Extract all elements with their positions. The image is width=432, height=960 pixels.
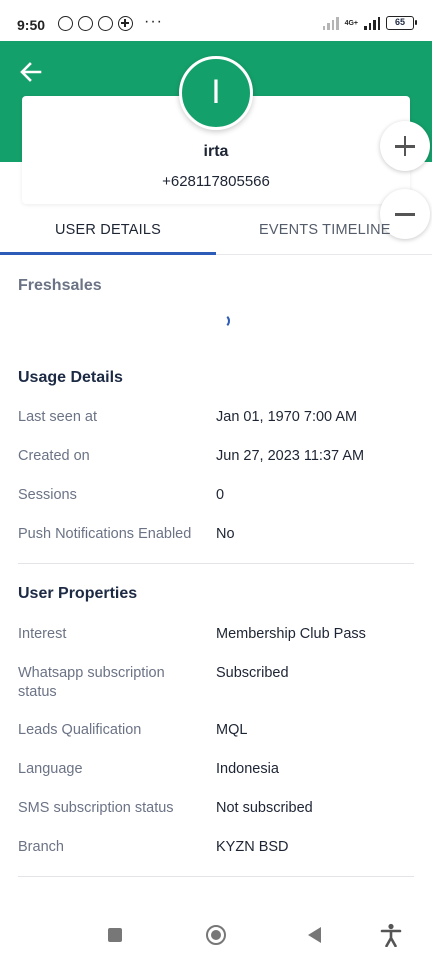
tab-events-timeline[interactable]: EVENTS TIMELINE: [216, 205, 432, 255]
tab-bar: USER DETAILS EVENTS TIMELINE: [0, 205, 432, 255]
status-notification-icons: ···: [58, 12, 163, 31]
recent-apps-icon[interactable]: [108, 928, 122, 942]
whatsapp-subscription-label: Whatsapp subscription status: [18, 665, 165, 700]
signal-icon-sim2: [364, 16, 380, 30]
signal-icon-sim1: [322, 16, 339, 30]
back-arrow-icon[interactable]: [18, 59, 44, 85]
network-type-label: 4G+: [344, 19, 358, 27]
add-circle-icon: [118, 16, 133, 31]
language-label: Language: [18, 761, 83, 777]
more-dots-icon: ···: [144, 12, 163, 30]
branch-label: Branch: [18, 839, 64, 855]
user-phone: +628117805566: [162, 173, 270, 190]
branch-value: KYZN BSD: [216, 839, 289, 855]
push-notifications-value: No: [216, 526, 235, 542]
usage-details-heading: Usage Details: [18, 369, 123, 386]
whatsapp-icon: [78, 16, 93, 31]
section-divider: [18, 876, 414, 877]
home-icon[interactable]: [206, 925, 226, 945]
back-triangle-icon[interactable]: [308, 927, 321, 943]
status-system-icons: 4G+ 65: [322, 16, 417, 30]
user-name: irta: [203, 143, 229, 160]
created-on-label: Created on: [18, 448, 90, 464]
leads-qualification-value: MQL: [216, 722, 248, 738]
active-tab-indicator: [0, 252, 216, 255]
last-seen-label: Last seen at: [18, 409, 97, 425]
loading-spinner-icon: [216, 314, 230, 328]
sessions-label: Sessions: [18, 487, 77, 503]
leads-qualification-label: Leads Qualification: [18, 722, 142, 738]
sessions-value: 0: [216, 487, 225, 503]
language-value: Indonesia: [216, 761, 279, 777]
interest-value: Membership Club Pass: [216, 626, 366, 642]
whatsapp-subscription-value: Subscribed: [216, 665, 289, 681]
interest-label: Interest: [18, 626, 67, 642]
accessibility-icon[interactable]: [380, 923, 402, 947]
push-notifications-label: Push Notifications Enabled: [18, 526, 192, 542]
created-on-value: Jun 27, 2023 11:37 AM: [216, 448, 365, 464]
whatsapp-business-icon: [98, 16, 113, 31]
freshsales-heading: Freshsales: [18, 277, 102, 294]
battery-icon: 65: [386, 16, 417, 30]
system-navigation-bar: [0, 908, 432, 960]
sms-subscription-label: SMS subscription status: [18, 800, 174, 816]
zoom-in-button[interactable]: [380, 121, 430, 171]
status-time: 9:50: [17, 17, 46, 33]
user-properties-heading: User Properties: [18, 585, 138, 602]
sms-subscription-value: Not subscribed: [216, 800, 313, 816]
last-seen-value: Jan 01, 1970 7:00 AM: [216, 409, 358, 425]
tab-user-details[interactable]: USER DETAILS: [0, 205, 216, 255]
alarm-icon: [58, 16, 73, 31]
status-bar: 9:50 ··· 4G+ 65: [0, 0, 432, 41]
battery-level: 65: [394, 17, 405, 27]
section-divider: [18, 563, 414, 564]
avatar: I: [179, 56, 253, 130]
